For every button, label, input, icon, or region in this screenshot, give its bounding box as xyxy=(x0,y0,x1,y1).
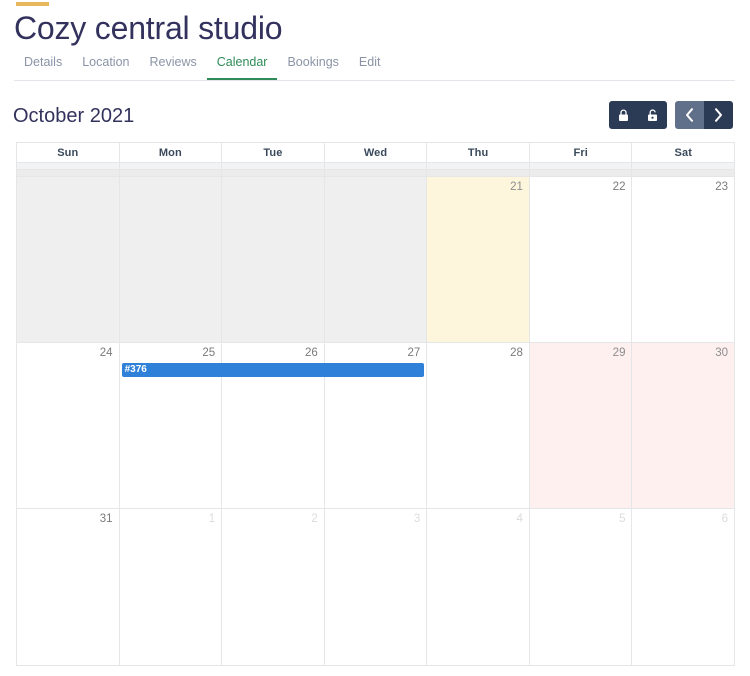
day-cell[interactable] xyxy=(222,177,325,343)
day-number: 1 xyxy=(208,513,216,525)
month-nav-group xyxy=(675,101,733,129)
booking-event-label: #376 xyxy=(124,364,147,375)
day-cell[interactable]: 31 xyxy=(17,509,120,666)
calendar-spacer-row-2 xyxy=(17,170,736,177)
weekday-header-row: Sun Mon Tue Wed Thu Fri Sat xyxy=(17,143,736,163)
weekday-header-mon: Mon xyxy=(119,143,223,163)
tab-location[interactable]: Location xyxy=(72,53,139,80)
day-cell[interactable]: 5 xyxy=(529,509,633,666)
day-cell[interactable] xyxy=(17,177,120,343)
day-cell[interactable]: 1 xyxy=(119,509,223,666)
tab-details[interactable]: Details xyxy=(14,53,72,80)
day-cell-today[interactable]: 21 xyxy=(427,177,530,343)
spacer-cell xyxy=(119,170,223,177)
weekday-label: Sat xyxy=(674,146,692,159)
day-number: 25 xyxy=(202,347,216,359)
day-cell[interactable]: 24 xyxy=(17,343,120,509)
weekday-label: Tue xyxy=(263,146,283,159)
calendar-grid: Sun Mon Tue Wed Thu Fri Sat 21 22 23 24 … xyxy=(16,142,736,666)
lock-button-group xyxy=(609,101,667,129)
day-number: 5 xyxy=(619,513,626,525)
spacer-cell xyxy=(529,170,633,177)
day-cell[interactable]: 28 xyxy=(427,343,530,509)
day-number: 22 xyxy=(612,181,626,193)
spacer-cell xyxy=(632,170,736,177)
lock-closed-icon xyxy=(618,108,629,122)
day-cell[interactable]: 23 xyxy=(632,177,736,343)
day-number: 2 xyxy=(311,513,318,525)
spacer-cell xyxy=(632,163,736,170)
weekday-label: Thu xyxy=(467,146,489,159)
spacer-cell xyxy=(17,170,120,177)
month-label: October 2021 xyxy=(13,105,135,127)
spacer-cell xyxy=(529,163,633,170)
day-cell-blocked[interactable]: 30 xyxy=(632,343,736,509)
weekday-label: Fri xyxy=(573,146,588,159)
weekday-label: Sun xyxy=(57,146,79,159)
lock-open-icon xyxy=(647,108,658,122)
calendar-page: Cozy central studio Details Location Rev… xyxy=(0,0,750,676)
chevron-left-icon xyxy=(685,108,694,122)
weekday-label: Wed xyxy=(363,146,388,159)
spacer-cell xyxy=(427,163,530,170)
weekday-header-sat: Sat xyxy=(632,143,736,163)
spacer-cell xyxy=(222,163,325,170)
day-number: 26 xyxy=(304,347,318,359)
day-number: 6 xyxy=(721,513,729,525)
page-title: Cozy central studio xyxy=(14,10,283,46)
spacer-cell xyxy=(324,163,428,170)
day-cell[interactable]: 2 xyxy=(222,509,325,666)
spacer-cell xyxy=(17,163,120,170)
day-number: 23 xyxy=(715,181,729,193)
day-cell[interactable]: 25 #376 xyxy=(119,343,425,509)
weekday-header-sun: Sun xyxy=(17,143,120,163)
chevron-right-icon xyxy=(714,108,723,122)
weekday-header-tue: Tue xyxy=(222,143,325,163)
day-cell[interactable]: 6 xyxy=(632,509,736,666)
weekday-header-thu: Thu xyxy=(427,143,530,163)
tab-reviews[interactable]: Reviews xyxy=(139,53,206,80)
day-cell-blocked[interactable]: 29 xyxy=(529,343,633,509)
day-number: 3 xyxy=(413,513,421,525)
spacer-cell xyxy=(427,170,530,177)
tab-calendar[interactable]: Calendar xyxy=(206,53,278,80)
day-number: 29 xyxy=(612,347,626,359)
day-number: 28 xyxy=(510,347,523,359)
day-number: 27 xyxy=(407,347,421,359)
day-number: 31 xyxy=(99,513,113,525)
spacer-cell xyxy=(324,170,428,177)
day-number: 30 xyxy=(715,347,729,359)
tab-bar: Details Location Reviews Calendar Bookin… xyxy=(14,53,735,81)
prev-month-button[interactable] xyxy=(675,101,704,129)
tab-edit[interactable]: Edit xyxy=(349,53,391,80)
day-cell[interactable]: 3 xyxy=(324,509,428,666)
unlock-dates-button[interactable] xyxy=(638,101,667,129)
spacer-cell xyxy=(222,170,325,177)
day-number: 21 xyxy=(510,181,523,193)
day-number: 24 xyxy=(99,347,113,359)
calendar-spacer-row-1 xyxy=(17,163,736,170)
calendar-week-row: 24 25 #376 26 27 28 29 30 xyxy=(17,343,736,509)
lock-dates-button[interactable] xyxy=(609,101,638,129)
day-cell[interactable]: 22 xyxy=(529,177,633,343)
weekday-label: Mon xyxy=(158,146,182,159)
next-month-button[interactable] xyxy=(704,101,733,129)
calendar-week-row: 21 22 23 xyxy=(17,177,736,343)
spacer-cell xyxy=(119,163,223,170)
tab-bookings[interactable]: Bookings xyxy=(277,53,348,80)
day-number: 4 xyxy=(516,513,523,525)
weekday-header-fri: Fri xyxy=(529,143,633,163)
weekday-header-wed: Wed xyxy=(324,143,428,163)
day-cell[interactable] xyxy=(324,177,428,343)
calendar-week-row: 31 1 2 3 4 5 6 xyxy=(17,509,736,666)
day-cell[interactable]: 4 xyxy=(427,509,530,666)
booking-event-bar[interactable]: #376 xyxy=(121,363,425,377)
day-cell[interactable] xyxy=(119,177,223,343)
